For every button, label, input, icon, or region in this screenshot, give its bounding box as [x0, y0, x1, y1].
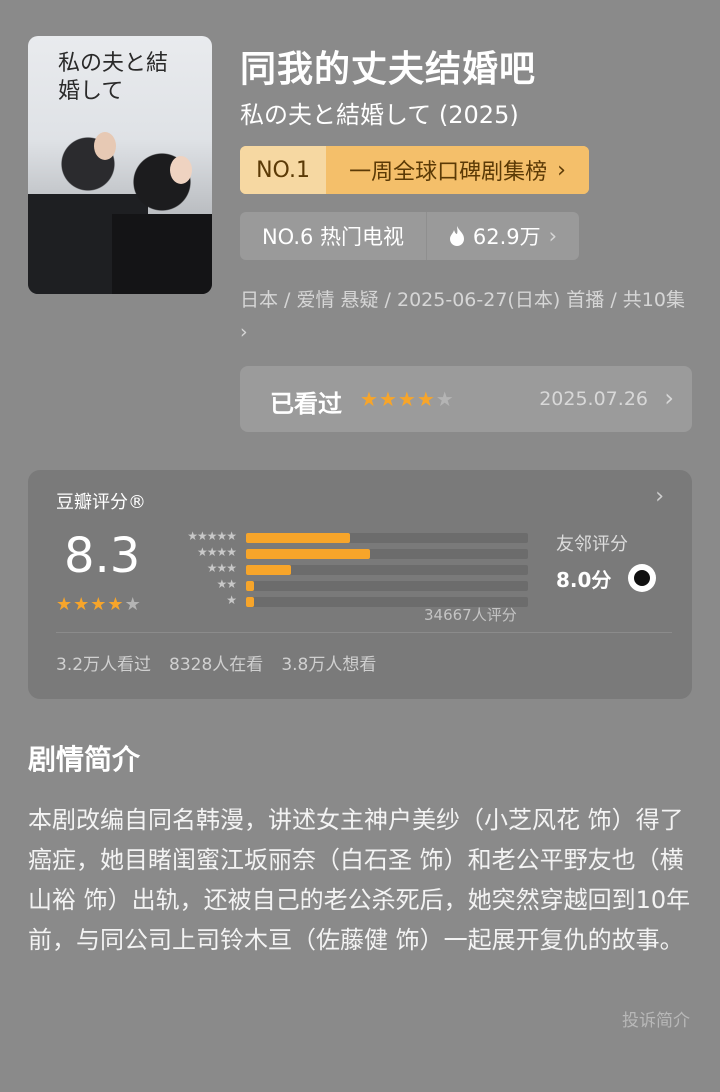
my-rating-stars: ★★★★★ [360, 387, 455, 411]
chevron-right-icon: › [240, 321, 248, 343]
rating-bar-fill [246, 565, 292, 575]
rating-bar-fill [246, 581, 255, 591]
ranking-badge-global[interactable]: NO.1 一周全球口碑剧集榜 › [240, 146, 589, 194]
star-icon: ★ [56, 594, 74, 615]
chevron-right-icon: › [664, 384, 674, 412]
synopsis-text: 本剧改编自同名韩漫，讲述女主神户美纱（小芝风花 饰）得了癌症，她目睹闺蜜江坂丽奈… [28, 806, 691, 954]
rating-bar-track [246, 549, 528, 559]
rating-stars: ★★★★★ [56, 594, 142, 615]
flame-icon [449, 226, 464, 246]
watched-date: 2025.07.26 [539, 388, 648, 410]
rank-label-wrap: 一周全球口碑剧集榜 › [326, 146, 589, 194]
rating-bar-fill [246, 597, 255, 607]
rating-bar-track [246, 533, 528, 543]
rating-bar-track [246, 565, 528, 575]
rank-label: 一周全球口碑剧集榜 [349, 160, 548, 185]
chevron-right-icon: › [548, 224, 558, 248]
star-icon: ★ [416, 387, 436, 411]
poster-image[interactable]: 私の夫と結婚して [28, 36, 212, 294]
poster-face-man [94, 132, 116, 160]
star-icon: ★ [107, 594, 125, 615]
hot-rank-label: NO.6 热门电视 [240, 212, 427, 260]
rating-bar-row: ★★ [170, 577, 530, 594]
rating-bar-track [246, 581, 528, 591]
report-synopsis-link[interactable]: 投诉简介 [622, 1006, 690, 1031]
rating-bar-row: ★★★★ [170, 545, 530, 562]
rating-distribution: ★★★★★ ★★★★ ★★★ ★★ ★ [170, 529, 530, 610]
synopsis-title: 剧情简介 [28, 743, 141, 776]
poster-face-woman [170, 156, 192, 184]
poster-title: 私の夫と結婚して [58, 51, 169, 104]
my-rating-card[interactable]: 已看过 ★★★★★ 2025.07.26 › [240, 366, 692, 432]
star-icon: ★ [435, 387, 455, 411]
original-title: 私の夫と結婚して (2025) [240, 101, 519, 129]
friends-rating-label: 友邻评分 [556, 534, 628, 555]
watched-label: 已看过 [270, 390, 342, 418]
rank-number: NO.1 [240, 146, 326, 194]
rating-score: 8.3 [64, 528, 141, 584]
star-icon: ★ [397, 387, 417, 411]
ranking-badge-hot[interactable]: NO.6 热门电视 62.9万 › [240, 212, 579, 260]
rating-bar-row: ★★★ [170, 561, 530, 578]
divider [56, 632, 672, 633]
stat-want[interactable]: 3.8万人想看 [281, 650, 376, 675]
meta-info[interactable]: 日本 / 爱情 悬疑 / 2025-06-27(日本) 首播 / 共10集 › [240, 284, 690, 348]
heat-value: 62.9万 [472, 225, 541, 249]
chevron-right-icon: › [557, 157, 566, 183]
rating-header: 豆瓣评分® [56, 492, 146, 513]
rating-count: 34667人评分 [424, 606, 517, 624]
heat-wrap: 62.9万 › [427, 212, 579, 260]
rating-bar-label: ★★ [216, 577, 236, 591]
page-title: 同我的丈夫结婚吧 [240, 49, 537, 90]
rating-bar-row: ★★★★★ [170, 529, 530, 546]
rating-bar-label: ★ [226, 593, 237, 607]
star-icon: ★ [378, 387, 398, 411]
friend-avatar[interactable] [628, 564, 656, 592]
rating-bar-label: ★★★ [206, 561, 237, 575]
stat-watching[interactable]: 8328人在看 [169, 650, 263, 675]
friends-rating-score: 8.0分 [556, 568, 612, 592]
chevron-right-icon[interactable]: › [655, 484, 664, 509]
poster-figure-woman [112, 144, 212, 294]
rating-bar-label: ★★★★ [196, 545, 237, 559]
douban-rating-card[interactable]: 豆瓣评分® › 8.3 ★★★★★ ★★★★★ ★★★★ ★★★ ★★ ★ 34… [28, 470, 692, 699]
audience-stats: 3.2万人看过 8328人在看 3.8万人想看 [56, 650, 376, 675]
star-icon: ★ [124, 594, 142, 615]
rating-bar-fill [246, 533, 351, 543]
rating-bar-label: ★★★★★ [187, 529, 237, 543]
star-icon: ★ [73, 594, 91, 615]
meta-line: 日本 / 爱情 悬疑 / 2025-06-27(日本) 首播 / 共10集 [240, 289, 685, 311]
star-icon: ★ [90, 594, 108, 615]
star-icon: ★ [360, 387, 379, 411]
stat-watched[interactable]: 3.2万人看过 [56, 650, 151, 675]
rating-bar-fill [246, 549, 371, 559]
